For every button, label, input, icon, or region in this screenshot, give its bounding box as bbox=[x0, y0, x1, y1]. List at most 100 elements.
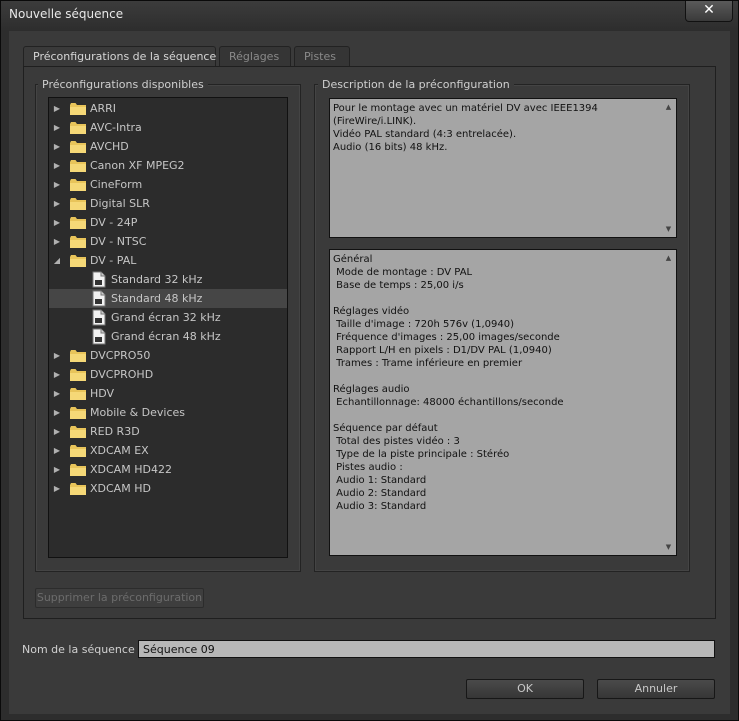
tree-folder-row[interactable]: ▶ RED R3D bbox=[49, 422, 287, 441]
folder-icon bbox=[70, 426, 86, 438]
tree-item-label: Digital SLR bbox=[90, 197, 150, 210]
preset-file-icon bbox=[92, 309, 106, 326]
collapsed-arrow-icon[interactable]: ▶ bbox=[52, 346, 62, 365]
tree-item-label: ARRI bbox=[90, 102, 117, 115]
tree-folder-row[interactable]: ▶ AVC-Intra bbox=[49, 118, 287, 137]
collapsed-arrow-icon[interactable]: ▶ bbox=[52, 118, 62, 137]
preset-tree[interactable]: ▶ ARRI ▶ AVC-Intra ▶ AVCHD ▶ Canon XF MPEG2 ▶ Cin… bbox=[48, 97, 288, 558]
tree-folder-row[interactable]: ▶ XDCAM EX bbox=[49, 441, 287, 460]
tree-item-label: DVCPRO50 bbox=[90, 349, 151, 362]
tree-folder-row[interactable]: ▶ AVCHD bbox=[49, 137, 287, 156]
expanded-arrow-icon[interactable]: ◢ bbox=[52, 251, 62, 270]
folder-icon bbox=[70, 388, 86, 400]
collapsed-arrow-icon[interactable]: ▶ bbox=[52, 99, 62, 118]
folder-icon bbox=[70, 217, 86, 229]
scroll-up-icon[interactable]: ▲ bbox=[661, 252, 676, 264]
folder-icon bbox=[70, 198, 86, 210]
collapsed-arrow-icon[interactable]: ▶ bbox=[52, 422, 62, 441]
tree-preset-row[interactable]: Grand écran 32 kHz bbox=[49, 308, 287, 327]
tree-item-label: Canon XF MPEG2 bbox=[90, 159, 185, 172]
tree-folder-row[interactable]: ◢ DV - PAL bbox=[49, 251, 287, 270]
ok-button[interactable]: OK bbox=[466, 679, 584, 699]
folder-icon bbox=[70, 103, 86, 115]
collapsed-arrow-icon[interactable]: ▶ bbox=[52, 365, 62, 384]
collapsed-arrow-icon[interactable]: ▶ bbox=[52, 194, 62, 213]
details-text: Général Mode de montage : DV PAL Base de… bbox=[333, 254, 564, 512]
tab-tracks[interactable]: Pistes bbox=[294, 46, 350, 66]
title-bar[interactable]: Nouvelle séquence ✕ bbox=[1, 1, 738, 29]
summary-text: Pour le montage avec un matériel DV avec… bbox=[333, 103, 598, 153]
folder-icon bbox=[70, 350, 86, 362]
tree-folder-row[interactable]: ▶ DVCPROHD bbox=[49, 365, 287, 384]
tree-item-label: Standard 32 kHz bbox=[111, 273, 203, 286]
tree-preset-row[interactable]: Standard 48 kHz bbox=[49, 289, 287, 308]
tree-item-label: AVC-Intra bbox=[90, 121, 142, 134]
cancel-button[interactable]: Annuler bbox=[597, 679, 715, 699]
collapsed-arrow-icon[interactable]: ▶ bbox=[52, 441, 62, 460]
collapsed-arrow-icon[interactable]: ▶ bbox=[52, 460, 62, 479]
folder-icon bbox=[70, 255, 86, 267]
collapsed-arrow-icon[interactable]: ▶ bbox=[52, 384, 62, 403]
tree-folder-row[interactable]: ▶ HDV bbox=[49, 384, 287, 403]
details-scrollbar[interactable]: ▲ ▼ bbox=[661, 250, 676, 555]
folder-icon bbox=[70, 160, 86, 172]
tree-folder-row[interactable]: ▶ XDCAM HD422 bbox=[49, 460, 287, 479]
tree-item-label: CineForm bbox=[90, 178, 143, 191]
folder-icon bbox=[70, 464, 86, 476]
sequence-name-input[interactable] bbox=[138, 640, 715, 658]
scroll-down-icon[interactable]: ▼ bbox=[661, 223, 676, 235]
tree-folder-row[interactable]: ▶ DV - 24P bbox=[49, 213, 287, 232]
preset-summary-text[interactable]: Pour le montage avec un matériel DV avec… bbox=[329, 98, 677, 238]
tree-item-label: DV - 24P bbox=[90, 216, 138, 229]
collapsed-arrow-icon[interactable]: ▶ bbox=[52, 403, 62, 422]
tree-folder-row[interactable]: ▶ Mobile & Devices bbox=[49, 403, 287, 422]
window-title: Nouvelle séquence bbox=[9, 7, 124, 21]
folder-icon bbox=[70, 236, 86, 248]
tree-item-label: Grand écran 48 kHz bbox=[111, 330, 221, 343]
tree-folder-row[interactable]: ▶ ARRI bbox=[49, 99, 287, 118]
summary-scrollbar[interactable]: ▲ ▼ bbox=[661, 99, 676, 237]
tree-item-label: XDCAM HD422 bbox=[90, 463, 172, 476]
tab-settings[interactable]: Réglages bbox=[219, 46, 291, 66]
delete-preset-button[interactable]: Supprimer la préconfiguration bbox=[35, 588, 204, 608]
folder-icon bbox=[70, 407, 86, 419]
tree-item-label: RED R3D bbox=[90, 425, 140, 438]
scroll-down-icon[interactable]: ▼ bbox=[661, 541, 676, 553]
collapsed-arrow-icon[interactable]: ▶ bbox=[52, 175, 62, 194]
collapsed-arrow-icon[interactable]: ▶ bbox=[52, 156, 62, 175]
tree-folder-row[interactable]: ▶ XDCAM HD bbox=[49, 479, 287, 498]
tab-sequence-presets[interactable]: Préconfigurations de la séquence bbox=[23, 46, 216, 68]
tree-item-label: HDV bbox=[90, 387, 115, 400]
tree-item-label: DVCPROHD bbox=[90, 368, 154, 381]
close-button[interactable]: ✕ bbox=[685, 1, 733, 22]
tree-folder-row[interactable]: ▶ Canon XF MPEG2 bbox=[49, 156, 287, 175]
close-icon: ✕ bbox=[703, 2, 715, 18]
collapsed-arrow-icon[interactable]: ▶ bbox=[52, 479, 62, 498]
collapsed-arrow-icon[interactable]: ▶ bbox=[52, 232, 62, 251]
tree-preset-row[interactable]: Grand écran 48 kHz bbox=[49, 327, 287, 346]
preset-details-text[interactable]: Général Mode de montage : DV PAL Base de… bbox=[329, 249, 677, 556]
tree-item-label: XDCAM HD bbox=[90, 482, 151, 495]
tree-preset-row[interactable]: Standard 32 kHz bbox=[49, 270, 287, 289]
preset-file-icon bbox=[92, 271, 106, 288]
folder-icon bbox=[70, 483, 86, 495]
tree-folder-row[interactable]: ▶ DV - NTSC bbox=[49, 232, 287, 251]
tree-folder-row[interactable]: ▶ DVCPRO50 bbox=[49, 346, 287, 365]
folder-icon bbox=[70, 369, 86, 381]
tree-folder-row[interactable]: ▶ CineForm bbox=[49, 175, 287, 194]
tree-folder-row[interactable]: ▶ Digital SLR bbox=[49, 194, 287, 213]
preset-file-icon bbox=[92, 328, 106, 345]
folder-icon bbox=[70, 179, 86, 191]
collapsed-arrow-icon[interactable]: ▶ bbox=[52, 137, 62, 156]
folder-icon bbox=[70, 122, 86, 134]
collapsed-arrow-icon[interactable]: ▶ bbox=[52, 213, 62, 232]
preset-file-icon bbox=[92, 290, 106, 307]
tree-item-label: Grand écran 32 kHz bbox=[111, 311, 221, 324]
tree-item-label: DV - NTSC bbox=[90, 235, 147, 248]
tree-item-label: Mobile & Devices bbox=[90, 406, 186, 419]
scroll-up-icon[interactable]: ▲ bbox=[661, 101, 676, 113]
tree-item-label: DV - PAL bbox=[90, 254, 137, 267]
tree-item-label: Standard 48 kHz bbox=[111, 292, 203, 305]
folder-icon bbox=[70, 141, 86, 153]
tree-item-label: XDCAM EX bbox=[90, 444, 149, 457]
